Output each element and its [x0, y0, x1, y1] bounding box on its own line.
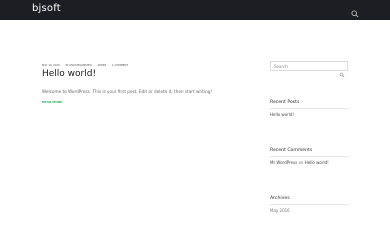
widget-divider [270, 156, 348, 157]
post-title[interactable]: Hello world! [42, 69, 96, 79]
comment-author-link[interactable]: Mr WordPress [270, 160, 297, 165]
post-comments-count[interactable]: 1 Comment [112, 64, 128, 67]
sidebar-search-box [270, 61, 348, 78]
top-navbar: bjsoft [0, 0, 390, 20]
post-meta: May 10, 2016 In Uncategorized admin 1 Co… [42, 64, 133, 67]
post-author[interactable]: admin [97, 64, 106, 67]
widget-divider [270, 204, 348, 205]
post-date[interactable]: May 10, 2016 [42, 64, 60, 67]
widget-divider [270, 108, 348, 109]
site-logo[interactable]: bjsoft [32, 3, 61, 14]
recent-post-link[interactable]: Hello world! [270, 112, 294, 117]
search-icon[interactable] [339, 63, 345, 78]
recent-comment-item: Mr WordPress on Hello world! [270, 160, 329, 165]
read-more-link[interactable]: Read more [42, 100, 62, 104]
comment-on-text: on [298, 160, 304, 165]
recent-posts-title: Recent Posts [270, 100, 300, 105]
post-excerpt: Welcome to WordPress. This is your first… [42, 89, 213, 94]
recent-comments-title: Recent Comments [270, 148, 313, 153]
search-input[interactable] [274, 62, 338, 70]
archive-month-link[interactable]: May 2016 [270, 208, 290, 213]
search-icon[interactable] [350, 4, 360, 18]
post-category[interactable]: In Uncategorized [66, 64, 92, 67]
archives-title: Archives [270, 196, 290, 201]
comment-post-link[interactable]: Hello world! [305, 160, 329, 165]
